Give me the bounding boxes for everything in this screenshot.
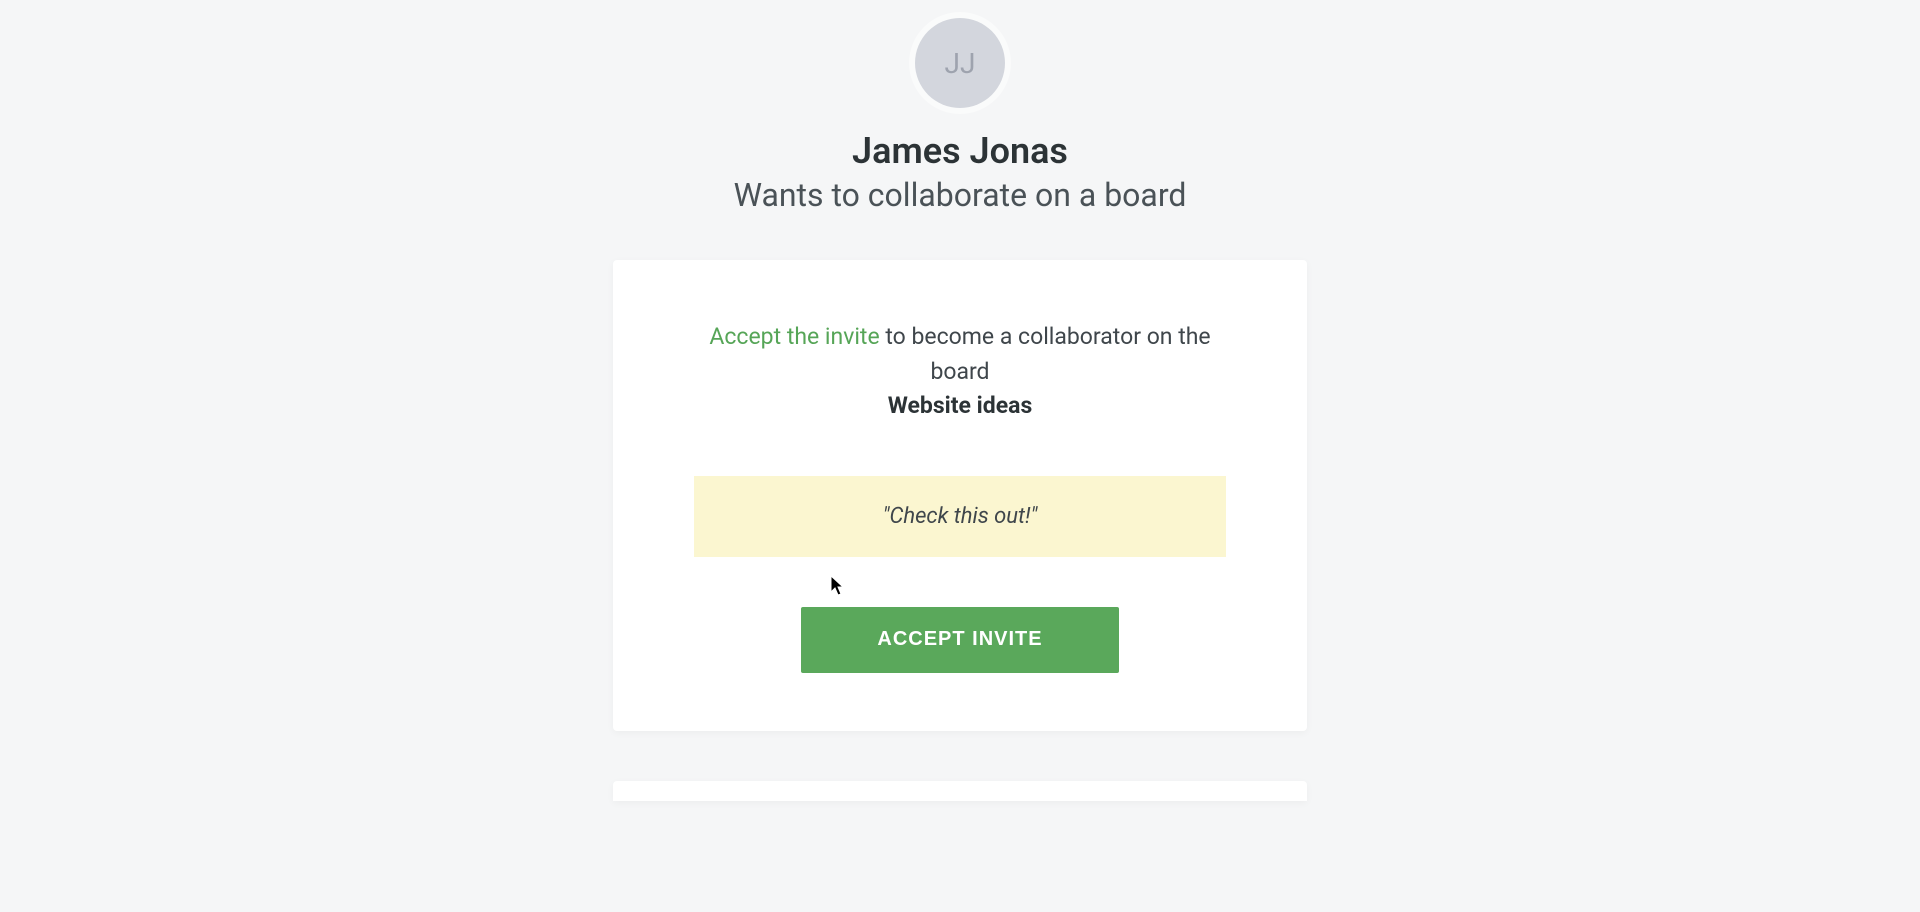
invite-description: Accept the invite to become a collaborat… <box>693 320 1227 424</box>
inviter-name: James Jonas <box>852 130 1068 172</box>
avatar: JJ <box>915 18 1005 108</box>
invite-card: Accept the invite to become a collaborat… <box>613 260 1307 731</box>
avatar-initials: JJ <box>945 47 976 80</box>
invite-description-suffix: to become a collaborator on the board <box>880 323 1211 385</box>
accept-invite-link[interactable]: Accept the invite <box>709 323 879 350</box>
invite-container: JJ James Jonas Wants to collaborate on a… <box>0 0 1920 801</box>
invite-message: "Check this out!" <box>883 504 1038 529</box>
invite-subtitle: Wants to collaborate on a board <box>734 176 1187 214</box>
board-name: Website ideas <box>693 389 1227 424</box>
invite-message-box: "Check this out!" <box>694 476 1226 557</box>
accept-invite-button[interactable]: ACCEPT INVITE <box>801 607 1119 673</box>
next-card-peek <box>613 781 1307 801</box>
